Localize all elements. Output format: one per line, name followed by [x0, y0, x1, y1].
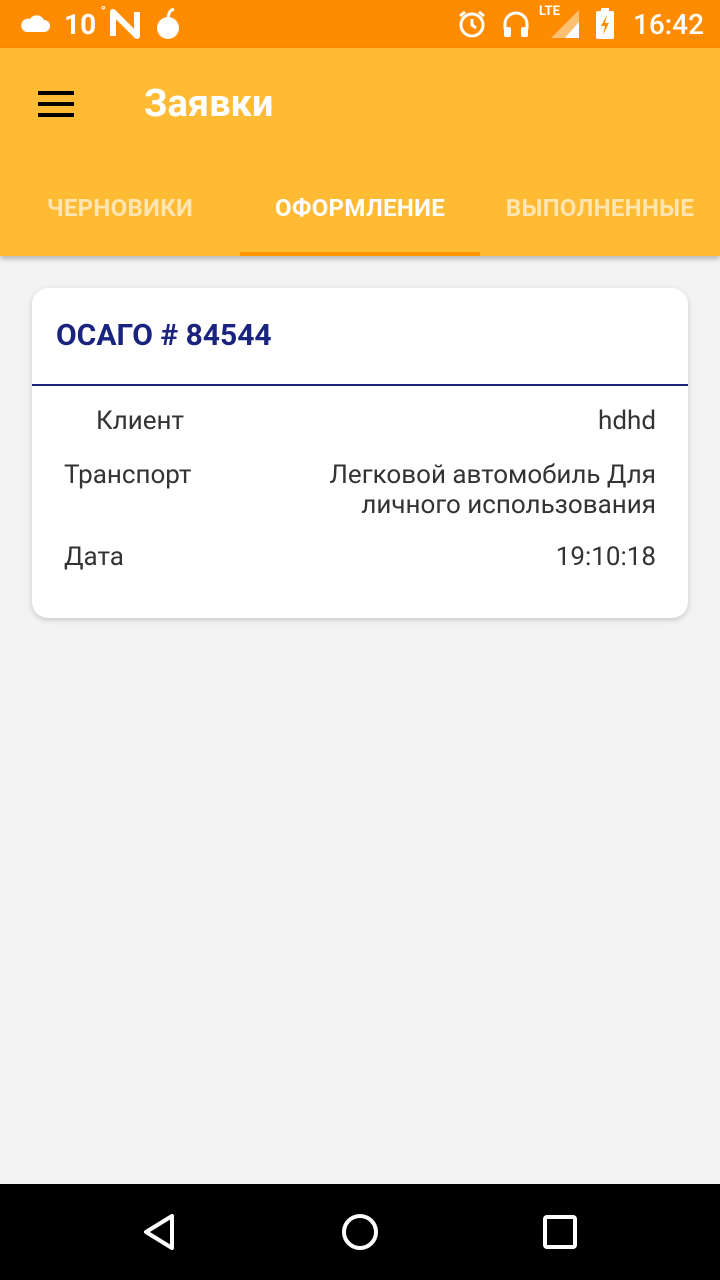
- tab-drafts[interactable]: ЧЕРНОВИКИ: [0, 160, 240, 256]
- network-type-label: LTE: [538, 4, 560, 19]
- back-icon: [144, 1214, 174, 1250]
- menu-button[interactable]: [26, 74, 86, 134]
- card-divider: [32, 384, 688, 386]
- date-value: 19:10:18: [555, 542, 656, 572]
- date-label: Дата: [64, 542, 124, 572]
- client-label: Клиент: [96, 406, 185, 436]
- tab-completed[interactable]: ВЫПОЛНЕННЫЕ: [480, 160, 720, 256]
- headphones-icon: [501, 9, 531, 39]
- hamburger-menu-icon: [38, 91, 74, 117]
- status-bar: 10 ° LTE 16:42: [0, 0, 720, 48]
- status-bar-right: LTE 16:42: [457, 4, 704, 42]
- status-bar-left: 10 °: [18, 3, 182, 42]
- bomb-icon: [154, 8, 182, 40]
- battery-charging-icon: [595, 8, 615, 40]
- n-icon: [110, 9, 141, 39]
- navigation-bar: [0, 1184, 720, 1280]
- transport-value-line2: личного использования: [361, 490, 656, 520]
- transport-value-line1: Легковой автомобиль Для: [329, 460, 656, 490]
- signal-icon: LTE: [539, 4, 581, 40]
- card-title: ОСАГО # 84544: [56, 318, 272, 353]
- home-button[interactable]: [330, 1204, 390, 1260]
- cloud-icon: [18, 14, 50, 34]
- app-bar: Заявки ЧЕРНОВИКИ ОФОРМЛЕНИЕ ВЫПОЛНЕННЫЕ: [0, 48, 720, 256]
- tab-processing[interactable]: ОФОРМЛЕНИЕ: [240, 160, 480, 256]
- recents-button[interactable]: [530, 1204, 590, 1260]
- application-card[interactable]: ОСАГО # 84544 Клиент hdhd Транспорт Легк…: [32, 288, 688, 618]
- transport-label: Транспорт: [64, 460, 192, 490]
- temperature-text: 10 °: [64, 3, 107, 41]
- degree-symbol: °: [100, 3, 107, 20]
- page-title: Заявки: [144, 82, 274, 126]
- alarm-icon: [457, 9, 487, 39]
- clock-time: 16:42: [632, 7, 704, 41]
- client-value: hdhd: [598, 406, 656, 436]
- back-button[interactable]: [130, 1204, 190, 1260]
- tab-bar: ЧЕРНОВИКИ ОФОРМЛЕНИЕ ВЫПОЛНЕННЫЕ: [0, 160, 720, 256]
- home-icon: [342, 1214, 378, 1250]
- recents-icon: [543, 1215, 577, 1249]
